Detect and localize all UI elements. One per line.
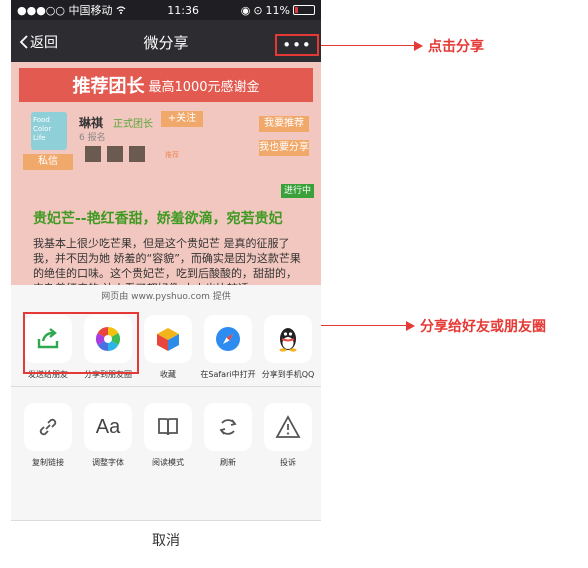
banner-subtitle: 最高1000元感谢金 bbox=[148, 79, 260, 95]
follower-avatar[interactable] bbox=[129, 146, 145, 162]
also-share-button[interactable]: 我也要分享 bbox=[259, 140, 309, 156]
lock-rotation-icon: ◉ bbox=[240, 3, 251, 17]
item-label: 阅读模式 bbox=[152, 458, 184, 467]
annotation-arrow-line bbox=[321, 325, 411, 326]
open-in-safari-button[interactable]: 在Safari中打开 bbox=[199, 307, 257, 380]
more-icon: ••• bbox=[282, 35, 312, 54]
follower-avatar[interactable] bbox=[85, 146, 101, 162]
action-row: 复制链接 Aa 调整字体 阅读模式 刷新 投诉 bbox=[11, 395, 321, 481]
nav-bar: 返回 微分享 ••• bbox=[11, 20, 321, 62]
leader-name: 琳祺 bbox=[79, 116, 104, 130]
recommend-button[interactable]: 我要推荐 bbox=[259, 116, 309, 132]
back-button[interactable]: 返回 bbox=[19, 32, 58, 52]
follow-button[interactable]: +关注 bbox=[161, 111, 203, 127]
item-label: 分享到手机QQ bbox=[261, 370, 315, 379]
chevron-left-icon bbox=[19, 35, 28, 49]
follower-thumbs bbox=[85, 146, 145, 162]
arrow-head-icon bbox=[406, 321, 415, 331]
promo-banner[interactable]: 推荐团长 最高1000元感谢金 bbox=[19, 68, 313, 102]
carrier-label: ●●●○○ 中国移动 bbox=[17, 4, 113, 17]
warning-icon bbox=[264, 403, 312, 451]
item-label: 调整字体 bbox=[92, 458, 124, 467]
refresh-icon bbox=[204, 403, 252, 451]
arrow-head-icon bbox=[414, 41, 423, 51]
safari-icon bbox=[204, 315, 252, 363]
item-label: 收藏 bbox=[160, 370, 176, 379]
link-icon bbox=[24, 403, 72, 451]
reading-mode-button[interactable]: 阅读模式 bbox=[139, 395, 197, 468]
phone-screen: ●●●○○ 中国移动 11:36 ◉ ⊙ 11% 返回 微分享 ••• 推荐团长… bbox=[11, 0, 321, 560]
book-icon bbox=[144, 403, 192, 451]
battery-percent: 11% bbox=[265, 3, 290, 17]
wifi-icon bbox=[116, 6, 125, 14]
share-to-qq-button[interactable]: 分享到手机QQ bbox=[259, 307, 317, 380]
private-message-button[interactable]: 私信 bbox=[23, 154, 73, 170]
annotation-share-friends: 分享给好友或朋友圈 bbox=[420, 319, 546, 335]
qq-penguin-icon bbox=[264, 315, 312, 363]
annotation-click-share: 点击分享 bbox=[428, 39, 484, 55]
adjust-font-button[interactable]: Aa 调整字体 bbox=[79, 395, 137, 468]
cancel-button[interactable]: 取消 bbox=[11, 520, 321, 560]
banner-title: 推荐团长 bbox=[72, 76, 145, 97]
font-glyph: Aa bbox=[95, 415, 121, 438]
recommend-tag: 推荐 bbox=[165, 151, 179, 159]
report-button[interactable]: 投诉 bbox=[259, 395, 317, 468]
battery-icon bbox=[292, 5, 315, 15]
back-label: 返回 bbox=[30, 35, 58, 51]
item-label: 刷新 bbox=[220, 458, 236, 467]
annotation-arrow-line bbox=[321, 45, 419, 46]
item-label: 复制链接 bbox=[32, 458, 64, 467]
favorite-button[interactable]: 收藏 bbox=[139, 307, 197, 380]
refresh-button[interactable]: 刷新 bbox=[199, 395, 257, 468]
alarm-icon: ⊙ bbox=[253, 3, 263, 17]
share-options-highlight bbox=[23, 312, 139, 374]
font-icon: Aa bbox=[84, 403, 132, 451]
signup-count: 6 报名 bbox=[79, 133, 106, 143]
item-label: 投诉 bbox=[280, 458, 296, 467]
leader-role: 正式团长 bbox=[113, 119, 153, 130]
favorite-cube-icon bbox=[144, 315, 192, 363]
follower-avatar[interactable] bbox=[107, 146, 123, 162]
item-label: 在Safari中打开 bbox=[200, 370, 256, 379]
article-title: 贵妃芒--艳红香甜，娇羞欲滴，宛若贵妃 bbox=[33, 211, 283, 227]
source-label: 网页由 www.pyshuo.com 提供 bbox=[101, 292, 231, 302]
time-label: 11:36 bbox=[167, 3, 199, 17]
status-bar: ●●●○○ 中国移动 11:36 ◉ ⊙ 11% bbox=[11, 0, 321, 20]
copy-link-button[interactable]: 复制链接 bbox=[19, 395, 77, 468]
divider bbox=[11, 386, 321, 387]
status-badge: 进行中 bbox=[281, 184, 315, 198]
more-button[interactable]: ••• bbox=[275, 34, 319, 56]
leader-card: Food Color Life 私信 琳祺 正式团长 +关注 6 报名 推荐 我… bbox=[19, 108, 313, 178]
leader-avatar[interactable]: Food Color Life bbox=[31, 112, 67, 150]
